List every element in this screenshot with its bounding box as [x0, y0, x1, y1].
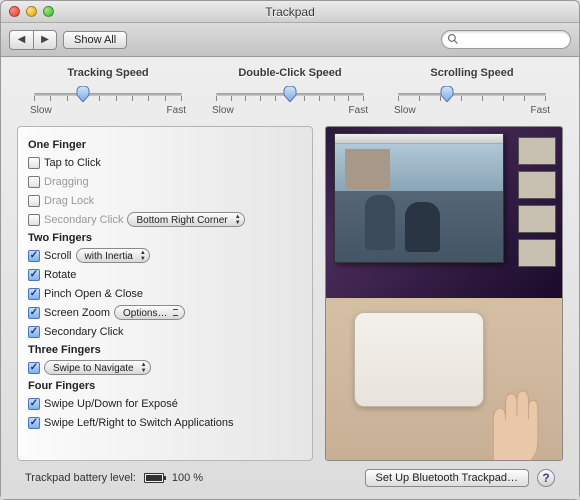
pinch-label: Pinch Open & Close — [44, 288, 143, 300]
scroll-label: Scroll — [44, 250, 72, 262]
tracking-speed-label: Tracking Speed — [28, 67, 188, 79]
dragging-label: Dragging — [44, 176, 89, 188]
pinch-checkbox[interactable] — [28, 288, 40, 300]
secondary-click-1f-row: Secondary Click Bottom Right Corner▲▼ — [28, 211, 302, 228]
expose-label: Swipe Up/Down for Exposé — [44, 398, 178, 410]
swipe-nav-row: Swipe to Navigate▲▼ — [28, 359, 302, 376]
tap-to-click-row: Tap to Click — [28, 154, 302, 171]
scroll-inertia-select[interactable]: with Inertia▲▼ — [76, 248, 150, 263]
secondary-click-corner-select[interactable]: Bottom Right Corner▲▼ — [127, 212, 244, 227]
switch-apps-label: Swipe Left/Right to Switch Applications — [44, 417, 234, 429]
scrolling-speed-label: Scrolling Speed — [392, 67, 552, 79]
sliders-row: Tracking Speed Slow Fast Double-Click Spe… — [17, 67, 563, 116]
battery-percent: 100 % — [172, 472, 203, 484]
fast-label: Fast — [531, 105, 550, 116]
screen-zoom-checkbox[interactable] — [28, 307, 40, 319]
switch-apps-checkbox[interactable] — [28, 417, 40, 429]
two-fingers-heading: Two Fingers — [28, 232, 302, 244]
tracking-speed-group: Tracking Speed Slow Fast — [28, 67, 188, 116]
three-fingers-heading: Three Fingers — [28, 344, 302, 356]
battery-label: Trackpad battery level: — [25, 472, 136, 484]
screen-zoom-label: Screen Zoom — [44, 307, 110, 319]
secondary-click-2f-checkbox[interactable] — [28, 326, 40, 338]
slow-label: Slow — [394, 105, 416, 116]
scrolling-speed-group: Scrolling Speed Slow Fast — [392, 67, 552, 116]
secondary-click-1f-label: Secondary Click — [44, 214, 123, 226]
fast-label: Fast — [349, 105, 368, 116]
rotate-label: Rotate — [44, 269, 76, 281]
zoom-window-button[interactable] — [43, 6, 54, 17]
minimize-window-button[interactable] — [26, 6, 37, 17]
expose-row: Swipe Up/Down for Exposé — [28, 395, 302, 412]
four-fingers-heading: Four Fingers — [28, 380, 302, 392]
search-field-wrap — [441, 30, 571, 49]
switch-apps-row: Swipe Left/Right to Switch Applications — [28, 414, 302, 431]
pinch-row: Pinch Open & Close — [28, 285, 302, 302]
preview-screen — [326, 127, 562, 298]
secondary-click-2f-label: Secondary Click — [44, 326, 123, 338]
scroll-checkbox[interactable] — [28, 250, 40, 262]
dragging-checkbox — [28, 176, 40, 188]
swipe-nav-select[interactable]: Swipe to Navigate▲▼ — [44, 360, 151, 375]
expose-checkbox[interactable] — [28, 398, 40, 410]
dragging-row: Dragging — [28, 173, 302, 190]
doubleclick-speed-group: Double-Click Speed Slow Fast — [210, 67, 370, 116]
toolbar: ◀ ▶ Show All — [1, 23, 579, 57]
nav-buttons: ◀ ▶ — [9, 30, 57, 50]
screen-zoom-options-button[interactable]: Options… — [114, 305, 184, 320]
drag-lock-row: Drag Lock — [28, 192, 302, 209]
tap-to-click-checkbox[interactable] — [28, 157, 40, 169]
forward-button[interactable]: ▶ — [33, 30, 57, 50]
main-row: One Finger Tap to Click Dragging Drag Lo… — [17, 126, 563, 461]
gestures-panel: One Finger Tap to Click Dragging Drag Lo… — [17, 126, 313, 461]
scroll-row: Scroll with Inertia▲▼ — [28, 247, 302, 264]
secondary-click-1f-checkbox — [28, 214, 40, 226]
close-window-button[interactable] — [9, 6, 20, 17]
bottom-bar: Trackpad battery level: 100 % Set Up Blu… — [17, 461, 563, 493]
tap-to-click-label: Tap to Click — [44, 157, 101, 169]
drag-lock-checkbox — [28, 195, 40, 207]
secondary-click-2f-row: Secondary Click — [28, 323, 302, 340]
slow-label: Slow — [30, 105, 52, 116]
fast-label: Fast — [167, 105, 186, 116]
setup-bluetooth-button[interactable]: Set Up Bluetooth Trackpad… — [365, 469, 529, 487]
titlebar: Trackpad — [1, 1, 579, 23]
hand-graphic — [448, 370, 548, 461]
pane-content: Tracking Speed Slow Fast Double-Click Spe… — [1, 57, 579, 499]
drag-lock-label: Drag Lock — [44, 195, 94, 207]
screen-zoom-row: Screen Zoom Options… — [28, 304, 302, 321]
help-button[interactable]: ? — [537, 469, 555, 487]
rotate-row: Rotate — [28, 266, 302, 283]
show-all-button[interactable]: Show All — [63, 31, 127, 49]
preview-trackpad-area — [326, 298, 562, 460]
scrolling-speed-slider[interactable] — [398, 85, 546, 103]
tracking-speed-slider[interactable] — [34, 85, 182, 103]
rotate-checkbox[interactable] — [28, 269, 40, 281]
swipe-nav-checkbox[interactable] — [28, 362, 40, 374]
search-input[interactable] — [441, 30, 571, 49]
search-icon — [447, 33, 459, 45]
gesture-preview — [325, 126, 563, 461]
preferences-window: Trackpad ◀ ▶ Show All Tracking Speed Slo… — [0, 0, 580, 500]
window-title: Trackpad — [1, 5, 579, 19]
slow-label: Slow — [212, 105, 234, 116]
battery-icon — [144, 473, 164, 483]
doubleclick-speed-label: Double-Click Speed — [210, 67, 370, 79]
back-button[interactable]: ◀ — [9, 30, 33, 50]
one-finger-heading: One Finger — [28, 139, 302, 151]
window-controls — [1, 6, 54, 17]
doubleclick-speed-slider[interactable] — [216, 85, 364, 103]
